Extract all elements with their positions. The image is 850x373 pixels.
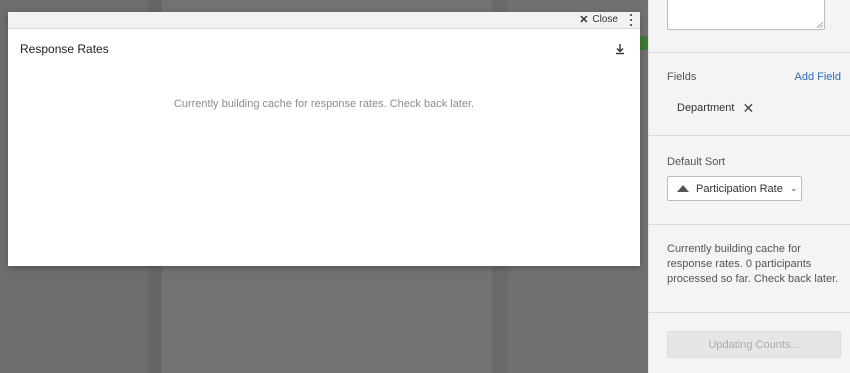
close-label: Close bbox=[592, 14, 618, 25]
add-field-link[interactable]: Add Field bbox=[795, 71, 841, 83]
fields-label: Fields bbox=[667, 71, 697, 83]
default-sort-dropdown[interactable]: Participation Rate ⌄ bbox=[667, 176, 802, 201]
panel-divider bbox=[649, 312, 850, 313]
panel-divider bbox=[649, 135, 850, 136]
sort-ascending-icon bbox=[677, 185, 689, 192]
download-icon[interactable] bbox=[614, 43, 626, 55]
resize-grip-icon[interactable] bbox=[817, 22, 823, 28]
settings-panel: Fields Add Field Department ✕ Default So… bbox=[648, 0, 850, 373]
response-rates-modal: ✕ Close Response Rates Currently buildin… bbox=[8, 12, 640, 266]
remove-field-icon[interactable]: ✕ bbox=[742, 101, 754, 115]
cache-status-message: Currently building cache for response ra… bbox=[667, 243, 839, 285]
field-chip-label: Department bbox=[677, 102, 735, 114]
default-sort-label: Default Sort bbox=[667, 156, 726, 168]
default-sort-value: Participation Rate bbox=[696, 182, 783, 195]
description-textarea[interactable] bbox=[667, 0, 825, 30]
updating-counts-button[interactable]: Updating Counts... bbox=[667, 331, 841, 358]
panel-divider bbox=[649, 52, 850, 53]
cache-building-message: Currently building cache for response ra… bbox=[173, 98, 475, 110]
chevron-down-icon: ⌄ bbox=[789, 183, 798, 193]
close-icon: ✕ bbox=[579, 13, 589, 26]
modal-title: Response Rates bbox=[20, 42, 109, 56]
more-options-icon[interactable] bbox=[628, 14, 634, 26]
field-chip: Department ✕ bbox=[677, 101, 754, 115]
close-button[interactable]: ✕ Close bbox=[579, 14, 618, 25]
modal-toolbar: ✕ Close bbox=[8, 12, 640, 29]
panel-divider bbox=[649, 224, 850, 225]
